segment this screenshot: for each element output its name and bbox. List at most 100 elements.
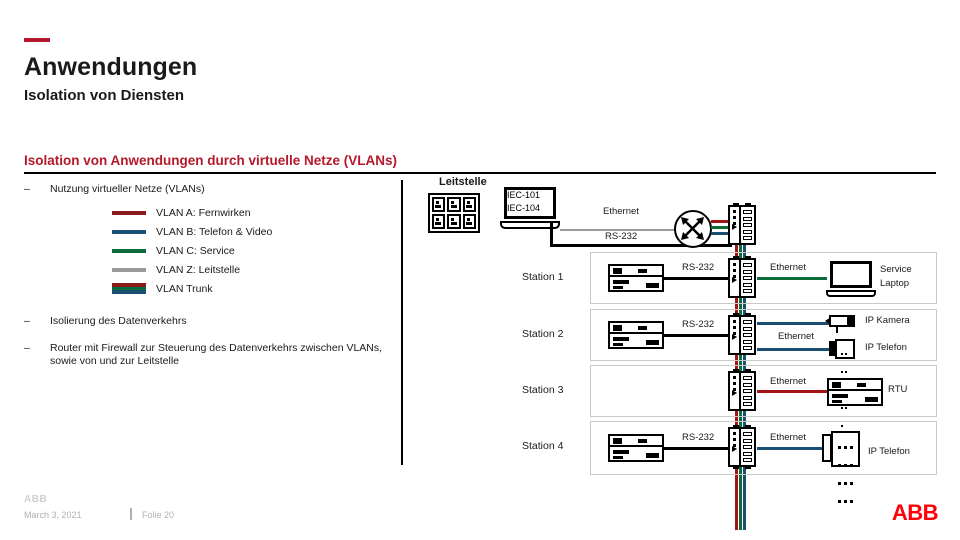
rack-unit (462, 214, 476, 229)
server-rack-icon (428, 193, 480, 233)
ip-phone-icon (829, 339, 855, 427)
link-rs232 (664, 334, 729, 337)
link-ethernet-phone (757, 348, 829, 351)
switch-arrow (732, 277, 737, 283)
link-label-rs232: RS-232 (605, 231, 638, 242)
legend-label: VLAN Trunk (156, 282, 213, 295)
rtu-bar (613, 456, 623, 459)
switch-ports (743, 432, 752, 465)
rtu-port (857, 383, 866, 387)
bullet-item-3: – Router mit Firewall zur Steuerung des … (24, 342, 396, 368)
switch-arrow (732, 446, 737, 452)
ip-camera-icon (825, 315, 855, 333)
switch-ear (733, 465, 739, 469)
link-rs232-riser (550, 222, 553, 246)
bullet-dash: – (24, 315, 30, 327)
legend-swatch-vlan-z (112, 267, 146, 272)
phone-keypad (836, 437, 856, 509)
station-label: Station 2 (522, 328, 564, 340)
switch-ear (745, 465, 751, 469)
page-title: Anwendungen (24, 53, 198, 81)
camera-body (829, 315, 849, 327)
network-switch-icon (728, 256, 756, 298)
footer-date: March 3, 2021 (24, 510, 82, 520)
network-switch-icon (728, 425, 756, 469)
legend-item: VLAN Trunk (112, 279, 272, 298)
rtu-icon (608, 264, 664, 292)
link-label-ethernet: Ethernet (603, 206, 639, 217)
rtu-led (613, 438, 622, 444)
switch-divider (739, 207, 741, 243)
legend-swatch-vlan-c (112, 248, 146, 253)
rtu-bar (613, 343, 623, 346)
rtu-port (638, 269, 647, 273)
endpoint-label-camera: IP Kamera (865, 315, 910, 326)
link-label-rs232: RS-232 (682, 432, 715, 443)
laptop-icon (826, 261, 876, 297)
endpoint-label-rtu: RTU (888, 384, 908, 395)
horizontal-rule (24, 172, 936, 174)
switch-ear (745, 313, 751, 317)
control-center-label: Leitstelle (439, 176, 487, 188)
switch-divider (739, 429, 741, 465)
link-label-ethernet: Ethernet (770, 432, 806, 443)
bullet-text: Nutzung virtueller Netze (VLANs) (50, 183, 205, 195)
switch-arrow (732, 224, 737, 230)
link-label-rs232: RS-232 (682, 262, 715, 273)
link-ethernet-vlan-a (757, 390, 828, 393)
link-label-ethernet: Ethernet (770, 376, 806, 387)
rtu-port (638, 326, 647, 330)
trunk-band-blue (112, 290, 146, 294)
endpoint-label-laptop: Laptop (880, 278, 910, 289)
station-label: Station 4 (522, 440, 564, 452)
link-rs232 (664, 277, 729, 280)
laptop-base (826, 290, 876, 297)
rtu-bar (613, 286, 623, 289)
rtu-led (832, 382, 841, 388)
switch-ports (743, 376, 752, 409)
rack-unit (447, 214, 461, 229)
legend-label: VLAN Z: Leitstelle (156, 263, 241, 276)
laptop-screen (830, 261, 872, 288)
camera-rear (849, 315, 855, 327)
phone-handset (829, 341, 837, 356)
rtu-port (638, 439, 647, 443)
bullet-dash: – (24, 183, 30, 195)
vlan-legend: VLAN A: Fernwirken VLAN B: Telefon & Vid… (112, 203, 272, 298)
rtu-terminal (646, 453, 659, 458)
ip-phone-large-icon (822, 431, 860, 503)
legend-item: VLAN B: Telefon & Video (112, 222, 272, 241)
rtu-icon (608, 434, 664, 462)
station-label: Station 1 (522, 271, 564, 283)
switch-ports (743, 210, 752, 243)
network-switch-icon (728, 203, 756, 245)
bullet-item-1: – Nutzung virtueller Netze (VLANs) (24, 183, 384, 196)
station-label: Station 3 (522, 384, 564, 396)
bullet-text: Router mit Firewall zur Steuerung des Da… (50, 342, 383, 367)
footer-separator (130, 508, 132, 520)
network-switch-icon (728, 369, 756, 411)
link-rs232 (664, 447, 729, 450)
switch-ports (743, 320, 752, 353)
switch-divider (739, 373, 741, 409)
section-heading: Isolation von Anwendungen durch virtuell… (24, 153, 398, 168)
legend-item: VLAN A: Fernwirken (112, 203, 272, 222)
rtu-bar (613, 280, 629, 284)
abb-logo: ABB (891, 500, 939, 525)
rtu-icon (827, 378, 883, 406)
legend-swatch-vlan-a (112, 210, 146, 215)
rack-unit (432, 214, 446, 229)
bullet-text: Isolierung des Datenverkehrs (50, 315, 187, 327)
rtu-icon (608, 321, 664, 349)
link-label-ethernet: Ethernet (778, 331, 814, 342)
legend-swatch-vlan-trunk (112, 283, 146, 294)
link-ethernet-camera (757, 322, 832, 325)
link-ethernet-vlan-b (757, 447, 825, 450)
phone-keypad (840, 343, 851, 427)
column-divider (401, 180, 403, 465)
page-subtitle: Isolation von Diensten (24, 87, 185, 104)
rtu-led (613, 325, 622, 331)
link-label-ethernet: Ethernet (770, 262, 806, 273)
bullet-dash: – (24, 342, 30, 354)
rtu-bar (832, 400, 842, 403)
